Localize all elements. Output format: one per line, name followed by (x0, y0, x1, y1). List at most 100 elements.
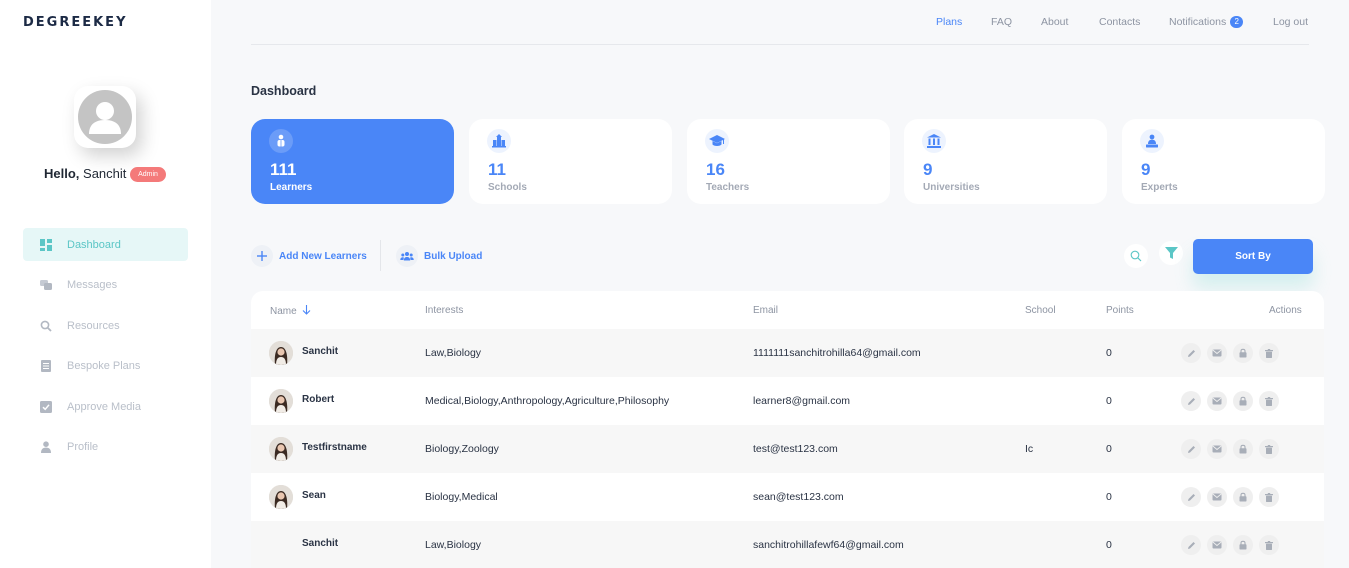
delete-button[interactable] (1259, 391, 1279, 411)
column-header-interests: Interests (425, 305, 464, 316)
filter-button[interactable] (1159, 241, 1183, 265)
envelope-icon (1212, 493, 1222, 501)
stat-label: Schools (488, 182, 527, 193)
nav-link-plans[interactable]: Plans (936, 16, 962, 28)
stat-card-teachers[interactable]: 16 Teachers (687, 119, 890, 204)
app-logo[interactable]: DEGREEKEY (23, 15, 127, 30)
greeting: Hello, Sanchit (44, 166, 126, 181)
sidebar-item-label: Resources (67, 319, 120, 332)
learner-email: sanchitrohillafewf64@gmail.com (753, 539, 904, 551)
main-content: Plans FAQ About Contacts Notifications 2 … (211, 0, 1349, 568)
stat-label: Experts (1141, 182, 1178, 193)
envelope-icon (1212, 541, 1222, 549)
user-silhouette-icon (89, 102, 121, 134)
graduation-cap-icon (705, 129, 729, 153)
table-row[interactable]: Sanchit Law,Biology sanchitrohillafewf64… (251, 521, 1324, 568)
edit-button[interactable] (1181, 535, 1201, 555)
sidebar-item-approve-media[interactable]: Approve Media (23, 390, 188, 423)
nav-link-faq[interactable]: FAQ (991, 16, 1012, 28)
lock-icon (1239, 396, 1247, 406)
pencil-icon (1187, 445, 1195, 453)
edit-button[interactable] (1181, 343, 1201, 363)
nav-link-contacts[interactable]: Contacts (1099, 16, 1140, 28)
sort-by-button[interactable]: Sort By (1193, 239, 1313, 274)
learner-icon (269, 129, 293, 153)
row-actions (1181, 343, 1285, 363)
sidebar-item-label: Profile (67, 441, 99, 453)
nav-link-logout[interactable]: Log out (1273, 16, 1308, 28)
column-header-name[interactable]: Name (270, 305, 311, 317)
lock-icon (1239, 540, 1247, 550)
sidebar-item-dashboard[interactable]: Dashboard (23, 228, 188, 261)
learner-name: Sean (302, 490, 326, 501)
sidebar-item-label: Dashboard (67, 238, 121, 251)
lock-button[interactable] (1233, 343, 1253, 363)
filter-icon (1164, 246, 1178, 259)
lock-button[interactable] (1233, 391, 1253, 411)
table-row[interactable]: Robert Medical,Biology,Anthropology,Agri… (251, 377, 1324, 425)
search-button[interactable] (1124, 244, 1148, 268)
lock-button[interactable] (1233, 535, 1253, 555)
sidebar-nav: Dashboard Messages Resources Bespoke Pla… (23, 228, 188, 471)
delete-button[interactable] (1259, 343, 1279, 363)
sidebar-item-resources[interactable]: Resources (23, 309, 188, 342)
lock-button[interactable] (1233, 487, 1253, 507)
edit-button[interactable] (1181, 487, 1201, 507)
table-row[interactable]: Sean Biology,Medical sean@test123.com 0 (251, 473, 1324, 521)
delete-button[interactable] (1259, 487, 1279, 507)
stat-card-universities[interactable]: 9 Universities (904, 119, 1107, 204)
bulk-upload-label: Bulk Upload (424, 250, 483, 262)
add-new-learners-button[interactable]: Add New Learners (251, 245, 367, 267)
column-header-points: Points (1106, 305, 1134, 316)
column-header-actions: Actions (1269, 305, 1302, 316)
table-row[interactable]: Testfirstname Biology,Zoology test@test1… (251, 425, 1324, 473)
stat-label: Teachers (706, 182, 750, 193)
message-button[interactable] (1207, 535, 1227, 555)
delete-button[interactable] (1259, 439, 1279, 459)
avatar[interactable] (78, 90, 132, 144)
lock-icon (1239, 492, 1247, 502)
message-button[interactable] (1207, 487, 1227, 507)
notifications-count-badge: 2 (1230, 16, 1244, 28)
learner-points: 0 (1106, 539, 1112, 551)
action-divider (380, 240, 381, 271)
column-header-label: Name (270, 306, 297, 317)
trash-icon (1265, 396, 1273, 406)
learner-points: 0 (1106, 443, 1112, 455)
nav-link-about[interactable]: About (1041, 16, 1068, 28)
learner-email: 1111111sanchitrohilla64@gmail.com (753, 347, 921, 359)
stat-card-experts[interactable]: 9 Experts (1122, 119, 1325, 204)
sidebar-item-label: Bespoke Plans (67, 360, 141, 372)
message-button[interactable] (1207, 343, 1227, 363)
bulk-upload-button[interactable]: Bulk Upload (396, 245, 482, 267)
table-row[interactable]: Sanchit Law,Biology 1111111sanchitrohill… (251, 329, 1324, 377)
delete-button[interactable] (1259, 535, 1279, 555)
stat-card-learners[interactable]: 111 Learners (251, 119, 454, 204)
add-new-learners-label: Add New Learners (279, 250, 367, 262)
message-button[interactable] (1207, 391, 1227, 411)
lock-button[interactable] (1233, 439, 1253, 459)
stat-card-schools[interactable]: 11 Schools (469, 119, 672, 204)
learner-points: 0 (1106, 347, 1112, 359)
learner-interests: Medical,Biology,Anthropology,Agriculture… (425, 395, 670, 407)
stat-value: 16 (706, 160, 725, 179)
dashboard-icon (40, 238, 52, 251)
pencil-icon (1187, 493, 1195, 501)
profile-avatar-frame (74, 86, 136, 148)
sidebar-item-profile[interactable]: Profile (23, 431, 188, 464)
message-button[interactable] (1207, 439, 1227, 459)
edit-button[interactable] (1181, 439, 1201, 459)
sidebar-item-messages[interactable]: Messages (23, 269, 188, 302)
learner-name: Robert (302, 394, 335, 405)
learner-name: Sanchit (302, 346, 339, 357)
edit-button[interactable] (1181, 391, 1201, 411)
pencil-icon (1187, 541, 1195, 549)
check-square-icon (40, 400, 52, 413)
column-header-school: School (1025, 305, 1056, 316)
learner-email: learner8@gmail.com (753, 395, 851, 407)
row-actions (1181, 535, 1285, 555)
sidebar-item-bespoke-plans[interactable]: Bespoke Plans (23, 350, 188, 383)
learner-interests: Biology,Medical (425, 491, 498, 503)
nav-link-notifications[interactable]: Notifications 2 (1169, 16, 1244, 28)
avatar (269, 389, 293, 413)
